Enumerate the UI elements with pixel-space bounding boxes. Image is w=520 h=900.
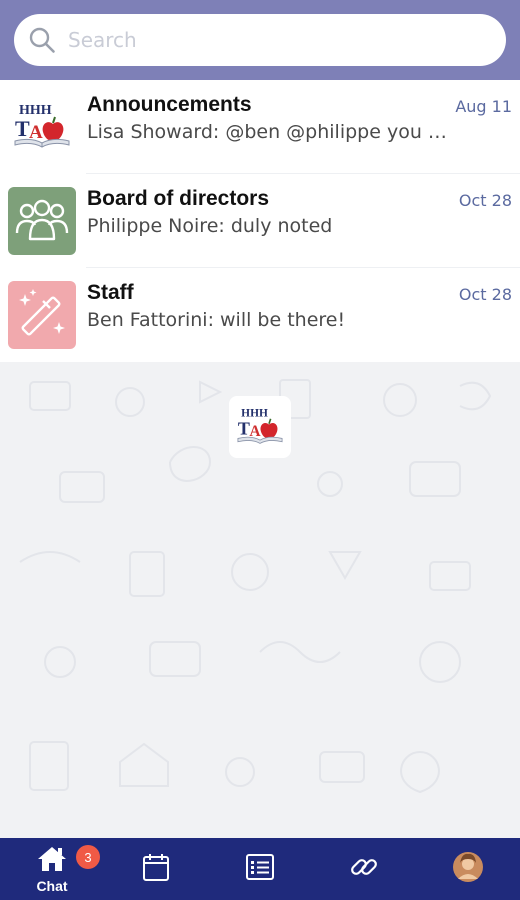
hhhta-logo: HHH T A bbox=[229, 396, 291, 458]
chat-item-staff[interactable]: Staff Ben Fattorini: will be there! Oct … bbox=[0, 268, 520, 362]
nav-chat-label: Chat bbox=[36, 877, 68, 894]
link-icon bbox=[349, 852, 379, 886]
nav-list[interactable] bbox=[208, 838, 312, 900]
nav-profile[interactable] bbox=[416, 838, 520, 900]
chat-list: HHH T A Announcements Lisa Showard: @ben… bbox=[0, 80, 520, 362]
chat-preview: Lisa Showard: @ben @philippe you … bbox=[87, 121, 447, 143]
home-icon bbox=[36, 845, 68, 877]
magic-wand-icon bbox=[8, 281, 76, 349]
chat-title: Staff bbox=[87, 281, 134, 304]
search-icon bbox=[28, 25, 58, 55]
search-input[interactable] bbox=[68, 28, 468, 52]
chat-date: Aug 11 bbox=[455, 97, 512, 116]
chat-preview: Ben Fattorini: will be there! bbox=[87, 309, 346, 331]
svg-text:T: T bbox=[238, 418, 250, 438]
chat-date: Oct 28 bbox=[458, 191, 512, 210]
profile-avatar bbox=[452, 851, 484, 887]
nav-links[interactable] bbox=[312, 838, 416, 900]
chat-preview: Philippe Noire: duly noted bbox=[87, 215, 333, 237]
chat-date: Oct 28 bbox=[458, 285, 512, 304]
group-icon bbox=[8, 187, 76, 255]
chat-item-announcements[interactable]: HHH T A Announcements Lisa Showard: @ben… bbox=[0, 80, 520, 174]
svg-text:T: T bbox=[15, 116, 30, 141]
search-header bbox=[0, 0, 520, 80]
list-icon bbox=[245, 853, 275, 885]
chat-item-board-of-directors[interactable]: Board of directors Philippe Noire: duly … bbox=[0, 174, 520, 268]
bottom-nav: Chat 3 bbox=[0, 838, 520, 900]
nav-calendar[interactable] bbox=[104, 838, 208, 900]
nav-chat[interactable]: Chat 3 bbox=[0, 838, 104, 900]
search-box[interactable] bbox=[14, 14, 506, 66]
chat-title: Announcements bbox=[87, 93, 252, 116]
chat-title: Board of directors bbox=[87, 187, 270, 210]
unread-badge: 3 bbox=[76, 845, 100, 869]
hhhta-logo: HHH T A bbox=[8, 93, 76, 161]
calendar-icon bbox=[142, 852, 170, 886]
